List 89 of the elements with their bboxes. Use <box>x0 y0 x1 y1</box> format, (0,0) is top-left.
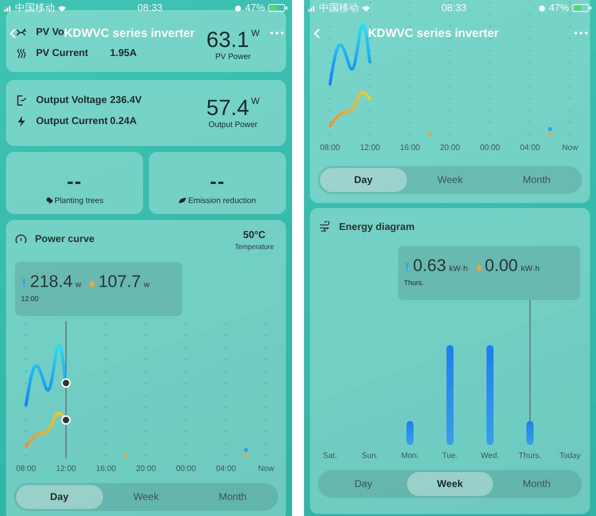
battery-icon <box>268 4 288 12</box>
axis-label: 12:00 <box>358 142 382 152</box>
axis-label: 20:00 <box>438 142 462 152</box>
period-tab[interactable]: Week <box>406 168 494 192</box>
power-caption: Output Power <box>208 120 258 129</box>
reading-value: 0.00 <box>484 256 518 276</box>
reading-unit: kW·h <box>449 264 468 273</box>
reading-unit: kW·h <box>520 264 540 273</box>
axis-label: 12:00 <box>54 464 78 472</box>
signal-icon <box>308 4 316 12</box>
more-icon[interactable] <box>574 31 588 35</box>
axis-label: Now <box>256 464 275 472</box>
clock-time: 08:33 <box>441 2 466 14</box>
battery-percent: 47% <box>244 2 265 14</box>
period-tab[interactable]: Week <box>406 472 494 496</box>
reading-value: 0.63 <box>413 256 446 276</box>
heat-waves-icon <box>16 48 27 59</box>
reading-value: 107.7 <box>98 272 141 292</box>
temperature-value: 50°C <box>243 230 266 241</box>
power-unit: W <box>251 28 260 38</box>
stat-value: -- <box>66 172 82 192</box>
axis-label: 08:00 <box>14 464 38 472</box>
energy-bar <box>526 421 534 445</box>
axis-label: 16:00 <box>398 142 422 152</box>
card-title: Energy diagram <box>339 222 415 232</box>
period-tab[interactable]: Day <box>320 472 407 496</box>
metric-label: Output Current <box>36 116 108 127</box>
period-tab[interactable]: Week <box>102 485 190 509</box>
metric-label: PV Vo <box>36 27 64 38</box>
page-title: KDWVC series inverter <box>368 26 499 40</box>
power-value: 57.4 <box>206 96 250 120</box>
metric-label: Output Voltage <box>36 95 107 106</box>
axis-label: Wed. <box>480 450 500 460</box>
more-icon[interactable] <box>270 31 284 35</box>
metric-value: 1.95A <box>110 48 137 59</box>
axis-label: Sat. <box>322 450 338 460</box>
page-title: KDWVC series inverter <box>64 26 195 40</box>
tree-icon <box>46 197 53 204</box>
energy-bar <box>406 421 414 445</box>
reading-unit: w <box>144 280 150 289</box>
battery-icon <box>572 4 592 12</box>
metric-value: 236.4V <box>110 95 142 106</box>
power-caption: PV Power <box>215 52 251 61</box>
wifi-icon <box>362 4 370 12</box>
stat-value: -- <box>210 172 226 192</box>
house-icon <box>89 279 96 287</box>
period-tab[interactable]: Month <box>189 485 276 509</box>
back-icon[interactable] <box>10 28 17 38</box>
period-tab[interactable]: Day <box>320 168 407 192</box>
stat-label: Emission reduction <box>188 196 256 205</box>
signal-icon <box>4 4 12 12</box>
battery-percent: 47% <box>548 2 569 14</box>
house-icon <box>476 263 482 271</box>
axis-label: 16:00 <box>94 464 118 472</box>
power-unit: W <box>251 96 260 106</box>
metric-value: 0.24A <box>110 116 138 127</box>
axis-label: Mon. <box>400 450 420 460</box>
axis-label: Now <box>560 142 579 152</box>
axis-label: Thurs. <box>518 450 542 460</box>
axis-label: Today <box>558 450 582 460</box>
axis-label: Tue. <box>441 450 459 460</box>
back-icon[interactable] <box>314 28 321 38</box>
reading-value: 218.4 <box>30 272 73 292</box>
card-title: Power curve <box>35 234 94 244</box>
axis-label: 08:00 <box>318 142 342 152</box>
power-value: 63.1 <box>206 28 250 52</box>
plug-icon <box>16 95 27 106</box>
tower-icon <box>21 279 27 287</box>
period-tab[interactable]: Month <box>493 168 580 192</box>
period-tab[interactable]: Day <box>16 485 103 509</box>
axis-label: 00:00 <box>174 464 198 472</box>
stat-label: Planting trees <box>54 196 104 205</box>
axis-label: 00:00 <box>478 142 502 152</box>
axis-label: 20:00 <box>134 464 158 472</box>
axis-label: 04:00 <box>518 142 542 152</box>
period-tab[interactable]: Month <box>493 472 580 496</box>
tower-icon <box>404 263 410 271</box>
metric-label: PV Current <box>36 48 88 59</box>
leaf-icon <box>179 197 186 204</box>
clock-time: 08:33 <box>137 2 162 14</box>
carrier-name: 中国移动 <box>319 2 359 15</box>
reading-unit: w <box>76 280 82 289</box>
axis-label: 04:00 <box>214 464 238 472</box>
wind-icon <box>319 221 331 233</box>
axis-label: Sun. <box>360 450 380 460</box>
wifi-icon <box>58 4 66 12</box>
gauge-icon <box>15 233 27 245</box>
carrier-name: 中国移动 <box>15 2 55 15</box>
lightning-icon <box>16 116 27 127</box>
